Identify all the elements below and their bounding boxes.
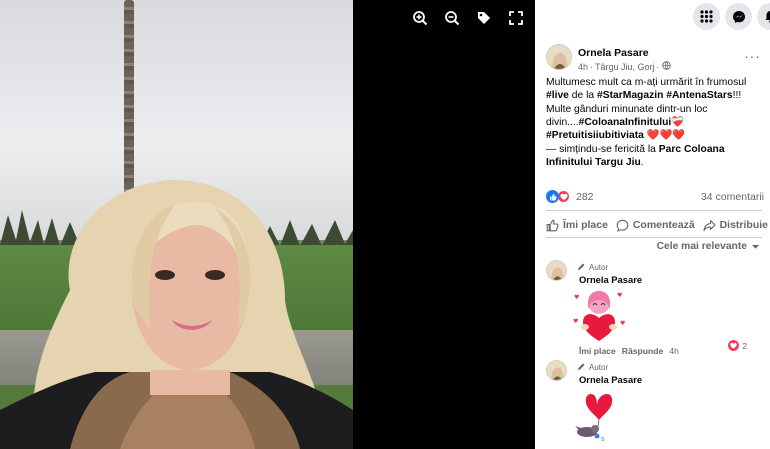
comment-reaction-number: 2 <box>742 340 747 351</box>
comment-count[interactable]: 34 comentarii <box>701 191 764 203</box>
feeling-end: . <box>640 157 644 169</box>
post-options-button[interactable]: ··· <box>744 48 761 64</box>
post-actions: Îmi place Comentează Distribuie <box>546 214 768 236</box>
feeling-line: — simțindu-se fericită la Parc Coloana I… <box>546 143 764 170</box>
comment-actions: Îmi place Răspunde 4h <box>579 346 679 356</box>
photo-viewer <box>0 0 535 449</box>
comment-reaction-count[interactable]: 2 <box>728 340 747 351</box>
post-author[interactable]: Ornela Pasare <box>578 47 649 59</box>
avatar[interactable] <box>546 44 572 70</box>
author-badge-label: Autor <box>589 362 609 372</box>
tag-icon[interactable] <box>474 8 494 28</box>
like-label: Îmi place <box>563 219 608 231</box>
comment-avatar[interactable] <box>546 360 567 381</box>
sort-label: Cele mai relevante <box>656 241 747 252</box>
divider <box>546 237 762 238</box>
reaction-count[interactable]: 282 <box>576 191 594 203</box>
comment-like-link[interactable]: Îmi place <box>579 346 616 356</box>
comment-button[interactable]: Comentează <box>616 214 695 236</box>
globe-icon <box>661 61 671 72</box>
svg-text:♥: ♥ <box>573 318 578 325</box>
share-label: Distribuie <box>719 219 768 231</box>
author-badge: Autor <box>576 262 608 272</box>
post-text: Multumesc mult ca m-ați urmărit în frumo… <box>546 76 764 142</box>
comment-label: Comentează <box>632 219 695 231</box>
feeling-prefix: — simțindu-se fericită la <box>546 144 656 155</box>
share-icon <box>703 219 716 231</box>
author-badge-label: Autor <box>589 262 609 272</box>
zoom-in-icon[interactable] <box>410 8 430 28</box>
menu-grid-icon[interactable] <box>693 3 720 30</box>
comment-reply-link[interactable]: Răspunde <box>622 346 664 356</box>
fullscreen-icon[interactable] <box>506 8 526 28</box>
svg-text:♥: ♥ <box>620 320 625 327</box>
svg-text:s: s <box>601 435 605 443</box>
heart-hug-sticker[interactable]: ♥ ♥ ♥ ♥ <box>571 287 627 348</box>
chevron-down-icon <box>752 244 759 249</box>
share-button[interactable]: Distribuie <box>703 214 768 236</box>
post-header: Ornela Pasare 4h · Târgu Jiu, Gorj · ··· <box>546 44 761 74</box>
pen-icon <box>578 363 585 370</box>
post-meta: 4h · Târgu Jiu, Gorj · <box>578 61 671 72</box>
person-selfie <box>0 179 353 449</box>
post-panel: Ornela Pasare 4h · Târgu Jiu, Gorj · ···… <box>535 0 770 449</box>
post-location[interactable]: Târgu Jiu, Gorj <box>595 62 655 72</box>
hearts-emoji: ❤️❤️❤️ <box>646 130 686 142</box>
hashtag-pretuiti[interactable]: #Pretuitisiiubitiviata <box>546 130 644 141</box>
zoom-out-icon[interactable] <box>442 8 462 28</box>
comment-author[interactable]: Ornela Pasare <box>579 374 642 385</box>
balloon-heart-sticker[interactable]: s <box>571 388 621 448</box>
like-button[interactable]: Îmi place <box>546 214 608 236</box>
comment-avatar[interactable] <box>546 260 567 281</box>
comment-icon <box>616 219 629 232</box>
post-text-mid: de la <box>571 90 595 102</box>
svg-text:♥: ♥ <box>617 292 622 299</box>
sort-comments-dropdown[interactable]: Cele mai relevante <box>657 241 760 252</box>
post-text-intro: Multumesc mult ca m-ați urmărit în frumo… <box>546 77 747 88</box>
comment-item: Autor Ornela Pasare ♥ ♥ ♥ ♥ Îmi place Ră… <box>546 260 761 360</box>
heart-icon <box>728 340 740 351</box>
hashtag-starmagazin[interactable]: #StarMagazin <box>597 90 663 101</box>
hashtag-coloana[interactable]: #ColoanaInfinitului <box>579 117 672 128</box>
post-photo[interactable] <box>0 0 353 449</box>
comment-time[interactable]: 4h <box>669 346 679 356</box>
divider <box>546 210 762 211</box>
meta-separator: · <box>590 61 594 72</box>
hashtag-antenastars[interactable]: #AntenaStars <box>666 90 732 101</box>
notifications-icon[interactable] <box>757 3 770 30</box>
pen-icon <box>578 263 585 270</box>
author-badge: Autor <box>576 362 608 372</box>
comment-author[interactable]: Ornela Pasare <box>579 274 642 285</box>
post-time[interactable]: 4h <box>578 62 588 72</box>
comment-item: Autor Ornela Pasare s <box>546 360 761 449</box>
svg-text:♥: ♥ <box>574 294 579 301</box>
like-reaction-icon[interactable] <box>546 190 559 203</box>
heart-emoji: ❤️‍🩹 <box>671 116 685 128</box>
hashtag-live[interactable]: #live <box>546 90 569 101</box>
messenger-icon[interactable] <box>725 3 752 30</box>
reactions-bar: 282 34 comentarii <box>546 189 764 205</box>
top-bar <box>535 0 770 34</box>
like-icon <box>546 219 559 231</box>
meta-separator-2: · <box>656 61 660 72</box>
